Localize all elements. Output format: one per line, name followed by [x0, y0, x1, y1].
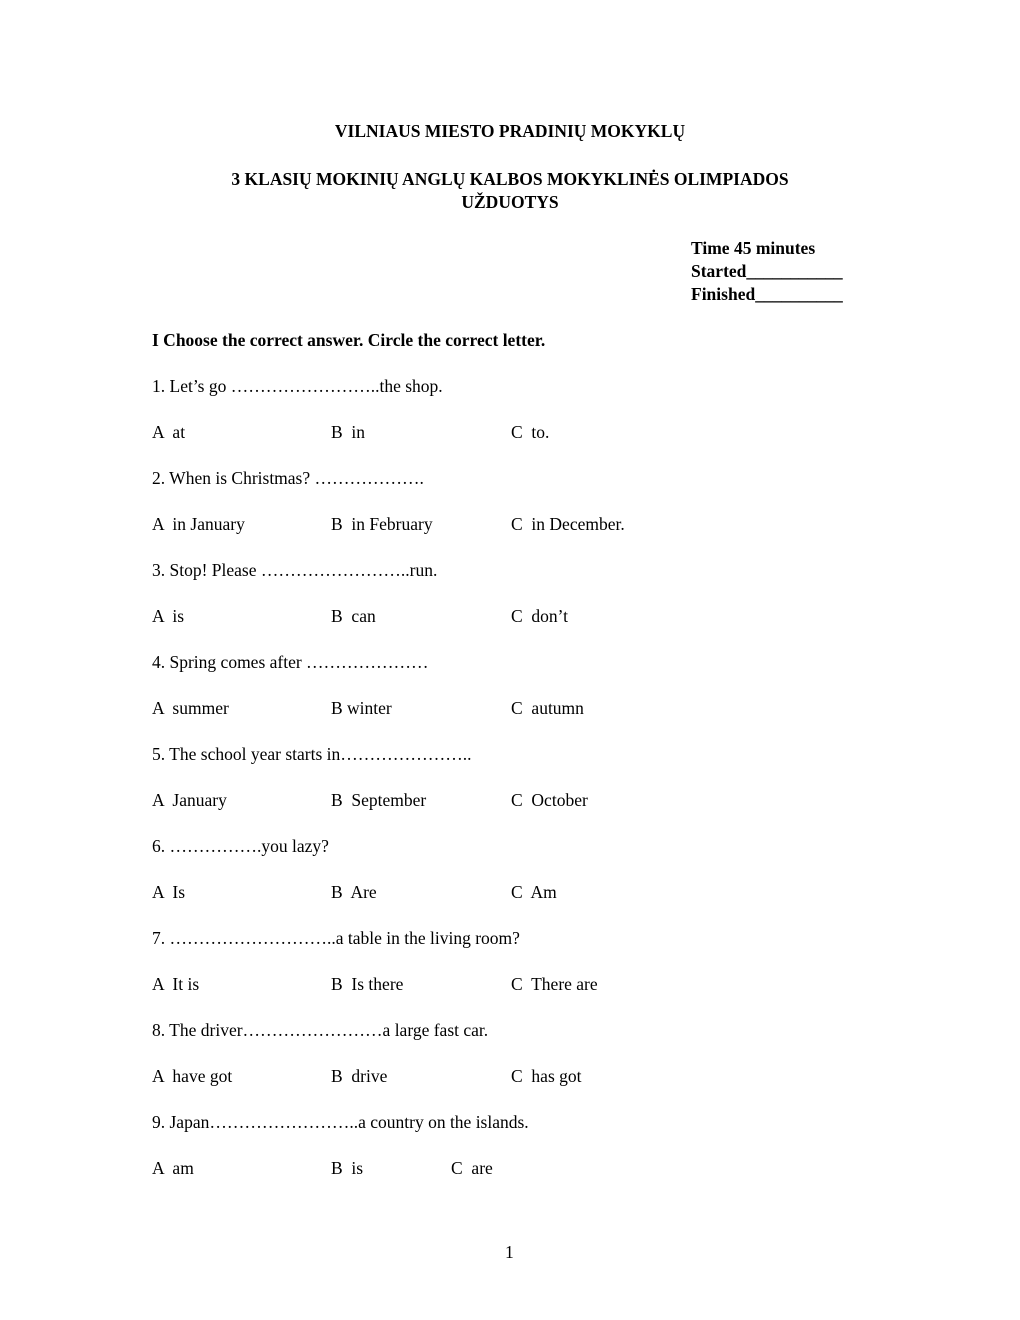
school-title: VILNIAUS MIESTO PRADINIŲ MOKYKLŲ	[334, 121, 686, 141]
finished-field: Finished__________	[691, 284, 843, 304]
answer-option-a[interactable]: A It is	[152, 973, 199, 996]
question-text: 4. Spring comes after …………………	[152, 652, 429, 672]
answer-option-b[interactable]: B drive	[331, 1065, 387, 1088]
answer-option-b[interactable]: B Is there	[331, 973, 403, 996]
answer-option-b[interactable]: B in February	[331, 513, 433, 536]
answer-option-a[interactable]: A Is	[152, 881, 185, 904]
section-instruction: I Choose the correct answer. Circle the …	[152, 330, 546, 350]
page-number: 1	[505, 1242, 514, 1262]
answer-option-a[interactable]: A summer	[152, 697, 229, 720]
answer-option-b[interactable]: B can	[331, 605, 376, 628]
olympiad-title: 3 KLASIŲ MOKINIŲ ANGLŲ KALBOS MOKYKLINĖS…	[150, 168, 870, 214]
answer-option-a[interactable]: A in January	[152, 513, 245, 536]
question-text: 1. Let’s go ……………………..the shop.	[152, 376, 443, 396]
answer-option-b[interactable]: B in	[331, 421, 365, 444]
time-info: Time 45 minutes Started___________ Finis…	[691, 237, 843, 306]
answer-option-a[interactable]: A is	[152, 605, 184, 628]
question-text: 3. Stop! Please ……………………..run.	[152, 560, 438, 580]
answer-option-c[interactable]: C October	[511, 789, 588, 812]
answer-option-c[interactable]: C to.	[511, 421, 549, 444]
olympiad-title-line2: UŽDUOTYS	[461, 192, 559, 212]
answer-option-c[interactable]: C There are	[511, 973, 598, 996]
olympiad-title-line1: 3 KLASIŲ MOKINIŲ ANGLŲ KALBOS MOKYKLINĖS…	[231, 169, 789, 189]
answer-option-a[interactable]: A January	[152, 789, 227, 812]
answer-option-c[interactable]: C Am	[511, 881, 557, 904]
answer-option-a[interactable]: A at	[152, 421, 185, 444]
answer-option-b[interactable]: B Are	[331, 881, 377, 904]
question-text: 5. The school year starts in…………………..	[152, 744, 472, 764]
answer-option-c[interactable]: C autumn	[511, 697, 584, 720]
started-field: Started___________	[691, 261, 843, 281]
answer-option-a[interactable]: A have got	[152, 1065, 232, 1088]
answer-option-c[interactable]: C don’t	[511, 605, 568, 628]
answer-option-b[interactable]: B winter	[331, 697, 392, 720]
answer-option-a[interactable]: A am	[152, 1157, 194, 1180]
answer-option-c[interactable]: C in December.	[511, 513, 625, 536]
time-limit: Time 45 minutes	[691, 238, 816, 258]
question-text: 8. The driver……………………a large fast car.	[152, 1020, 489, 1040]
question-text: 9. Japan……………………..a country on the islan…	[152, 1112, 529, 1132]
answer-option-c[interactable]: C are	[451, 1157, 493, 1180]
answer-option-c[interactable]: C has got	[511, 1065, 582, 1088]
answer-option-b[interactable]: B September	[331, 789, 426, 812]
question-text: 6. …………….you lazy?	[152, 836, 329, 856]
answer-option-b[interactable]: B is	[331, 1157, 363, 1180]
question-text: 7. ………………………..a table in the living room…	[152, 928, 520, 948]
question-text: 2. When is Christmas? ……………….	[152, 468, 424, 488]
